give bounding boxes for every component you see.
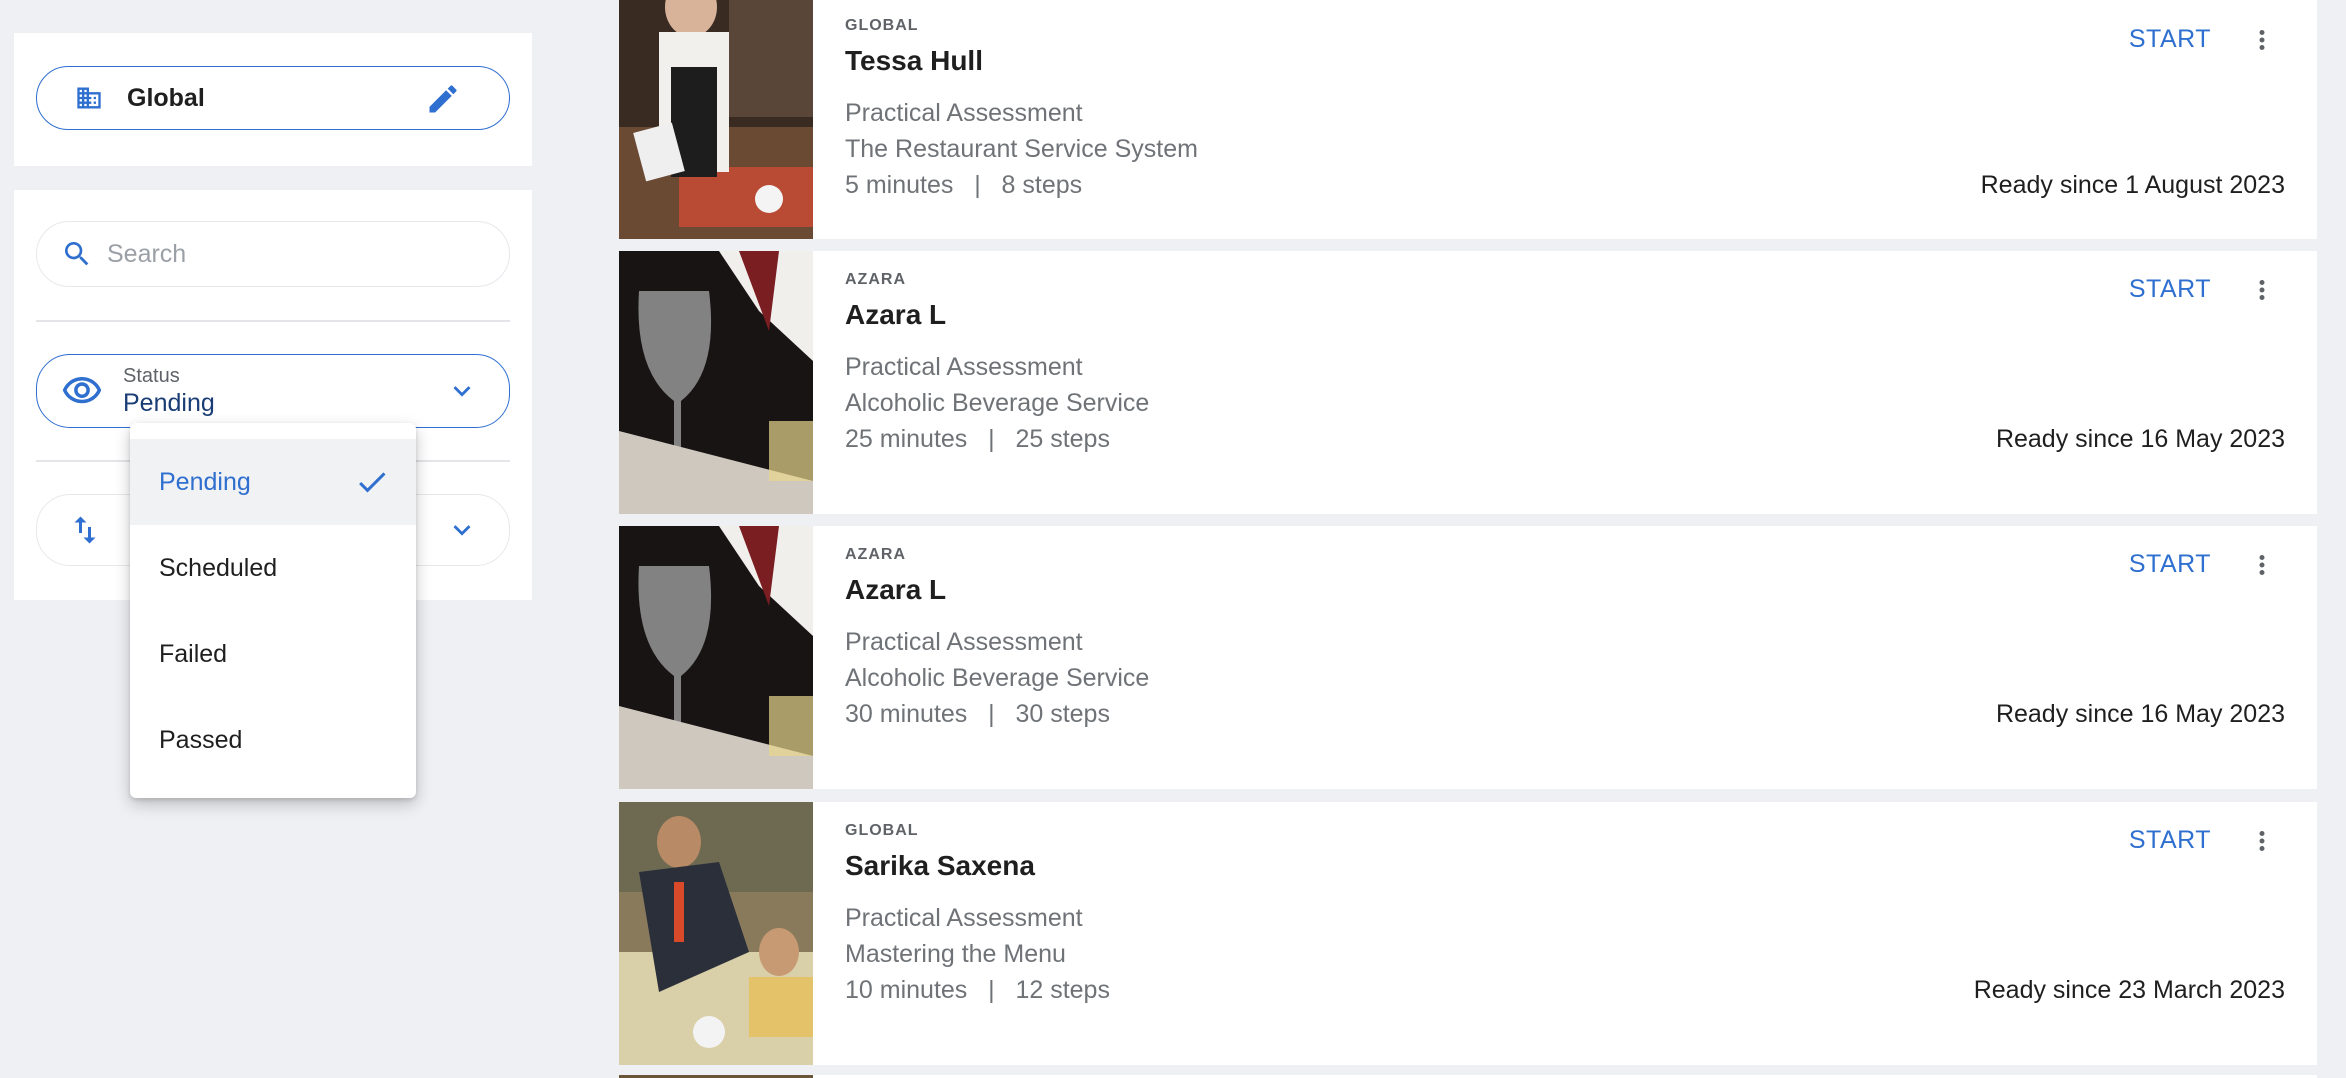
ready-date: Ready since 16 May 2023 xyxy=(1995,700,2285,728)
assessment-card[interactable]: AZARA Azara L Practical Assessment Alcoh… xyxy=(619,526,2317,789)
assessment-thumbnail xyxy=(619,251,813,514)
card-meta: 10 minutes | 12 steps xyxy=(845,976,1110,1004)
menu-item-label: Scheduled xyxy=(159,553,278,582)
eye-icon xyxy=(61,370,103,412)
menu-item-label: Failed xyxy=(159,639,228,668)
card-body: AZARA Azara L Practical Assessment Alcoh… xyxy=(845,526,2317,789)
ready-date: Ready since 23 March 2023 xyxy=(1973,976,2285,1004)
card-org: AZARA xyxy=(845,546,906,563)
more-vert-icon[interactable] xyxy=(2247,25,2277,55)
location-label: Global xyxy=(127,83,205,112)
start-button[interactable]: START xyxy=(2129,826,2211,855)
menu-item-label: Passed xyxy=(159,725,243,754)
card-body: GLOBAL Sarika Saxena Practical Assessmen… xyxy=(845,802,2317,1065)
chevron-down-icon[interactable] xyxy=(445,374,479,408)
start-button[interactable]: START xyxy=(2129,25,2211,54)
chevron-down-icon[interactable] xyxy=(445,513,479,547)
card-meta: 5 minutes | 8 steps xyxy=(845,171,1083,199)
card-course: Alcoholic Beverage Service xyxy=(845,389,1150,417)
card-body: AZARA Azara L Practical Assessment Alcoh… xyxy=(845,251,2317,514)
assessment-thumbnail xyxy=(619,802,813,1065)
card-type: Practical Assessment xyxy=(845,904,1083,932)
assessment-card[interactable]: AZARA Azara L Practical Assessment Alcoh… xyxy=(619,251,2317,514)
menu-item-failed[interactable]: Failed xyxy=(130,611,416,697)
card-org: GLOBAL xyxy=(845,17,919,34)
start-button[interactable]: START xyxy=(2129,550,2211,579)
check-icon xyxy=(354,464,390,500)
card-type: Practical Assessment xyxy=(845,99,1083,127)
location-selector[interactable]: Global xyxy=(36,66,510,130)
card-name: Sarika Saxena xyxy=(845,850,1035,881)
card-type: Practical Assessment xyxy=(845,353,1083,381)
card-body: GLOBAL Tessa Hull Practical Assessment T… xyxy=(845,0,2317,239)
status-caption: Status xyxy=(123,365,180,387)
assessment-card[interactable]: GLOBAL Sarika Saxena Practical Assessmen… xyxy=(619,802,2317,1065)
card-course: Alcoholic Beverage Service xyxy=(845,664,1150,692)
menu-item-passed[interactable]: Passed xyxy=(130,697,416,783)
divider xyxy=(36,320,510,322)
card-name: Azara L xyxy=(845,299,947,330)
menu-item-pending[interactable]: Pending xyxy=(130,439,416,525)
card-course: The Restaurant Service System xyxy=(845,135,1198,163)
ready-date: Ready since 16 May 2023 xyxy=(1995,425,2285,453)
more-vert-icon[interactable] xyxy=(2247,550,2277,580)
card-name: Azara L xyxy=(845,574,947,605)
card-org: GLOBAL xyxy=(845,822,919,839)
search-icon xyxy=(61,238,93,270)
assessment-thumbnail xyxy=(619,0,813,239)
menu-item-scheduled[interactable]: Scheduled xyxy=(130,525,416,611)
pencil-icon[interactable] xyxy=(425,81,461,117)
card-type: Practical Assessment xyxy=(845,628,1083,656)
card-meta: 25 minutes | 25 steps xyxy=(845,425,1110,453)
ready-date: Ready since 1 August 2023 xyxy=(1980,171,2285,199)
search-field[interactable] xyxy=(36,221,510,287)
card-org: AZARA xyxy=(845,271,906,288)
card-course: Mastering the Menu xyxy=(845,940,1066,968)
sort-arrows-icon xyxy=(67,510,103,550)
card-meta: 30 minutes | 30 steps xyxy=(845,700,1110,728)
status-filter-select[interactable]: Status Pending xyxy=(36,354,510,428)
more-vert-icon[interactable] xyxy=(2247,275,2277,305)
assessment-thumbnail xyxy=(619,526,813,789)
building-icon xyxy=(75,83,105,113)
location-panel: Global xyxy=(14,33,532,166)
status-value: Pending xyxy=(123,389,215,417)
assessment-card[interactable]: GLOBAL Tessa Hull Practical Assessment T… xyxy=(619,0,2317,239)
menu-item-label: Pending xyxy=(159,467,251,496)
status-filter-text: Status Pending xyxy=(123,364,215,418)
more-vert-icon[interactable] xyxy=(2247,826,2277,856)
start-button[interactable]: START xyxy=(2129,275,2211,304)
card-name: Tessa Hull xyxy=(845,45,983,76)
assessments-page: Global Status Pending xyxy=(0,0,2346,1078)
search-input[interactable] xyxy=(107,239,487,269)
status-dropdown-menu: Pending Scheduled Failed Passed xyxy=(130,423,416,798)
